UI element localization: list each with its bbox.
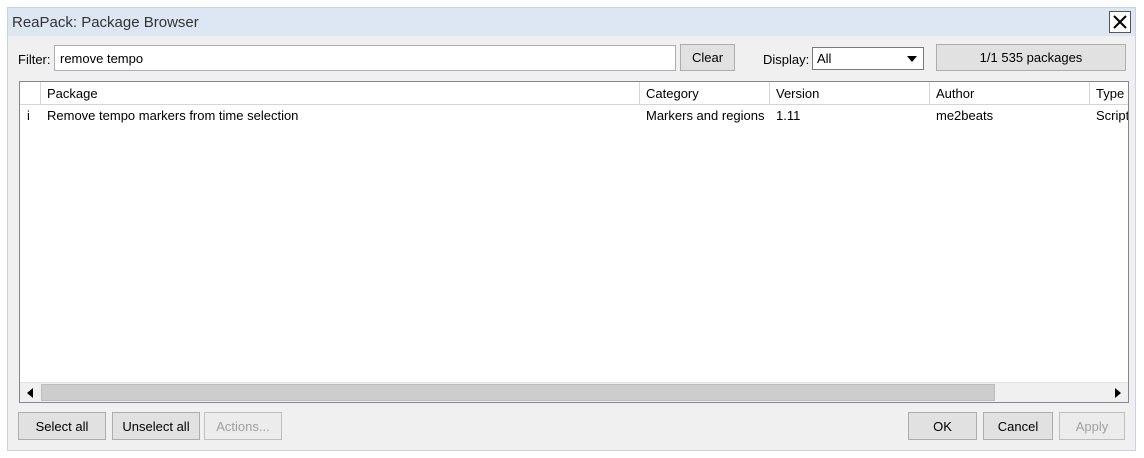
horizontal-scrollbar[interactable] (20, 382, 1128, 402)
column-header-package[interactable]: Package (41, 82, 640, 104)
title-bar[interactable]: ReaPack: Package Browser (8, 8, 1135, 36)
close-button[interactable] (1109, 11, 1131, 33)
window-title: ReaPack: Package Browser (12, 14, 199, 31)
scrollbar-thumb[interactable] (41, 384, 995, 401)
clear-button[interactable]: Clear (680, 44, 735, 71)
unselect-all-button[interactable]: Unselect all (112, 412, 200, 440)
column-header-category[interactable]: Category (640, 82, 770, 104)
display-select-value: All (817, 51, 832, 66)
row-state: i (27, 108, 30, 123)
row-package: Remove tempo markers from time selection (47, 108, 299, 123)
close-icon (1113, 15, 1127, 29)
display-label: Display: (763, 52, 810, 67)
cancel-button[interactable]: Cancel (983, 412, 1053, 440)
table-row[interactable]: i Remove tempo markers from time selecti… (20, 105, 1128, 125)
filter-label: Filter: (18, 52, 51, 67)
package-list[interactable]: Package Category Version Author Type i R… (19, 81, 1129, 403)
row-version: 1.11 (776, 108, 801, 123)
column-header-type[interactable]: Type (1090, 82, 1128, 104)
actions-button[interactable]: Actions... (204, 412, 282, 440)
package-count-button[interactable]: 1/1 535 packages (936, 44, 1126, 71)
package-browser-window: ReaPack: Package Browser Filter: Clear D… (7, 7, 1136, 451)
list-header: Package Category Version Author Type (20, 82, 1128, 105)
row-author: me2beats (936, 108, 994, 123)
scroll-right-icon[interactable] (1108, 383, 1128, 402)
scroll-left-icon[interactable] (20, 383, 40, 402)
column-header-author[interactable]: Author (930, 82, 1090, 104)
select-all-button[interactable]: Select all (18, 412, 106, 440)
filter-input[interactable] (54, 45, 676, 71)
chevron-down-icon[interactable] (904, 50, 920, 67)
row-type: Script (1096, 108, 1128, 123)
row-category: Markers and regions (646, 108, 765, 123)
ok-button[interactable]: OK (908, 412, 977, 440)
display-select[interactable]: All (812, 47, 924, 70)
column-header-version[interactable]: Version (770, 82, 930, 104)
apply-button[interactable]: Apply (1059, 412, 1125, 440)
column-header-state[interactable] (20, 82, 41, 104)
